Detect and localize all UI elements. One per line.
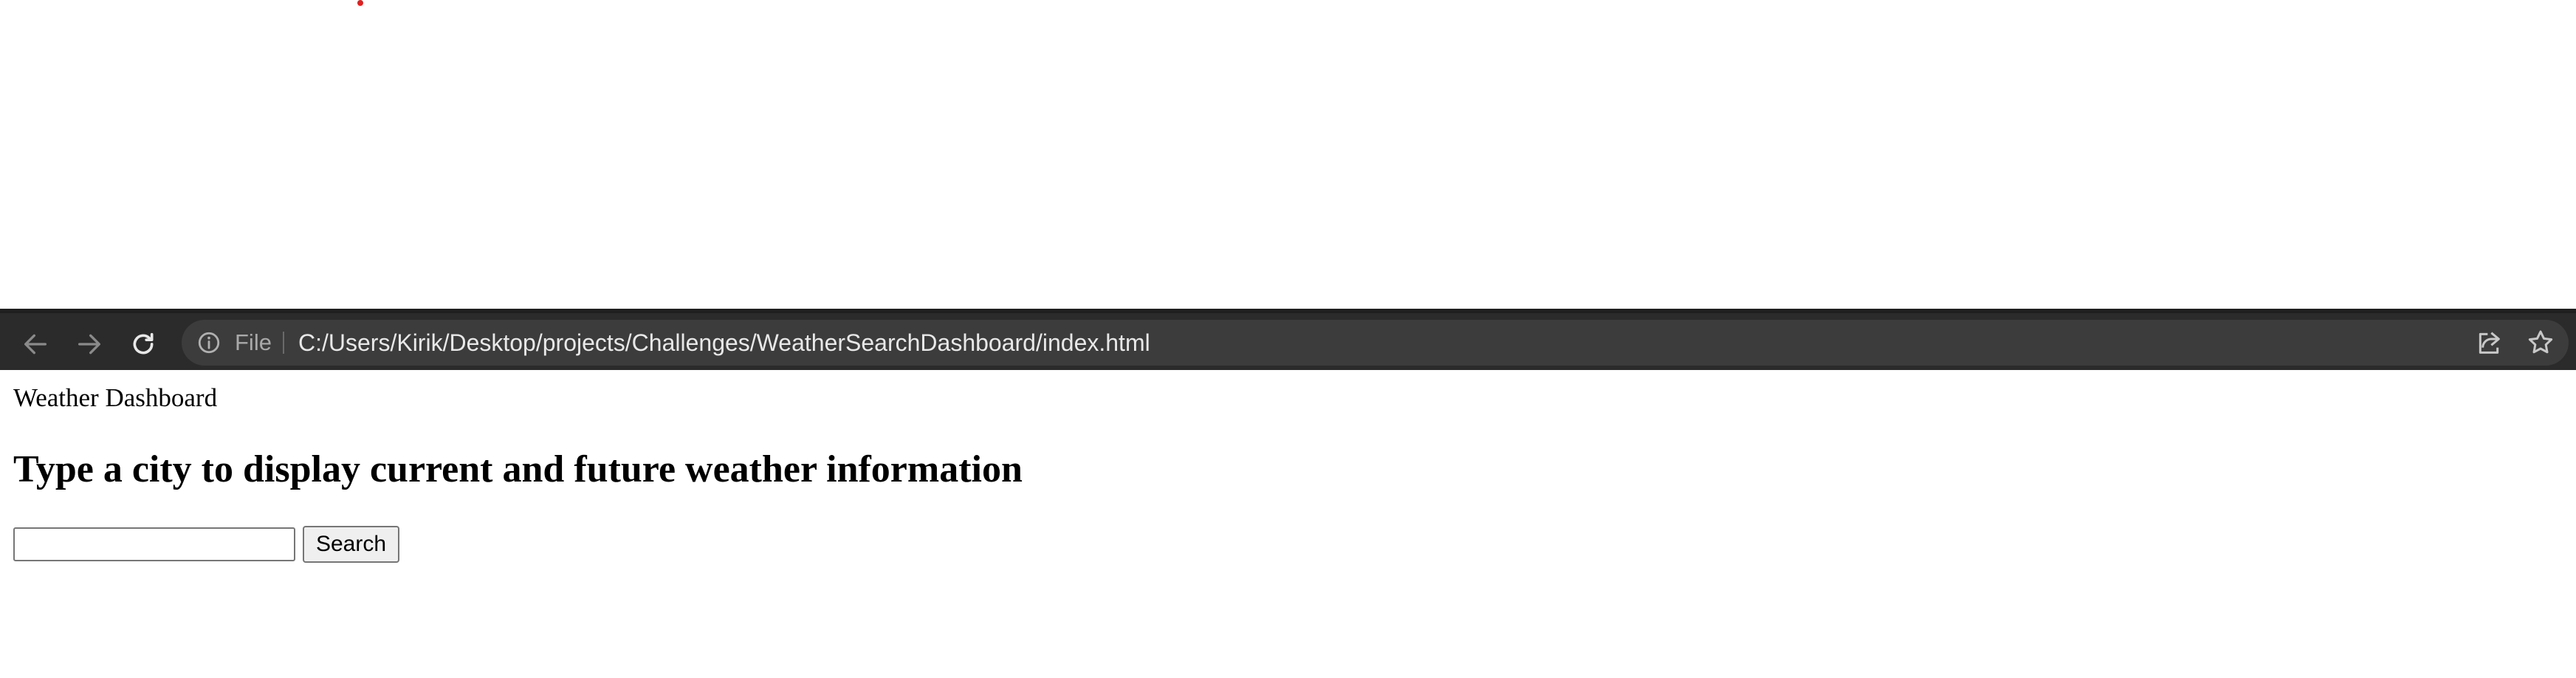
address-bar[interactable]: File C:/Users/Kirik/Desktop/projects/Cha… [182, 320, 2569, 366]
page-content: Weather Dashboard Type a city to display… [0, 370, 2576, 678]
city-search-input[interactable] [13, 527, 295, 561]
star-icon[interactable] [2526, 328, 2555, 357]
browser-toolbar: File C:/Users/Kirik/Desktop/projects/Cha… [0, 309, 2576, 370]
omnibox-divider [283, 332, 284, 354]
forward-button[interactable] [72, 326, 107, 362]
search-button[interactable]: Search [303, 526, 399, 563]
reload-button[interactable] [126, 326, 161, 362]
back-button[interactable] [18, 326, 53, 362]
arrow-right-icon [78, 334, 100, 355]
arrow-left-icon [24, 334, 47, 355]
site-title: Weather Dashboard [13, 383, 218, 412]
url-text[interactable]: C:/Users/Kirik/Desktop/projects/Challeng… [298, 320, 1150, 366]
scheme-label[interactable]: File [235, 320, 272, 366]
share-icon[interactable] [2474, 328, 2504, 357]
page-heading: Type a city to display current and futur… [13, 448, 1023, 490]
reload-icon [133, 332, 154, 355]
cursor-dot [357, 0, 363, 6]
info-icon[interactable] [196, 330, 221, 355]
